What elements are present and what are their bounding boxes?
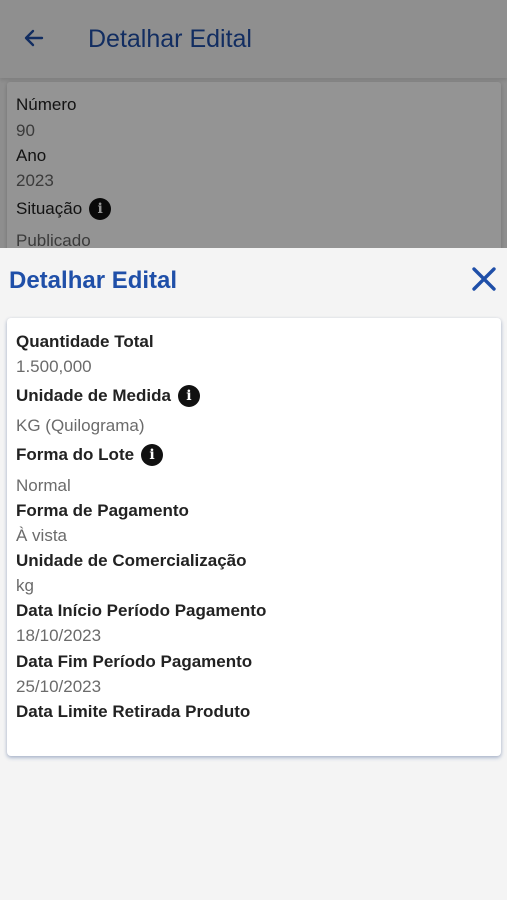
sheet-title: Detalhar Edital (9, 267, 178, 294)
info-icon[interactable]: i (177, 385, 200, 407)
data-fim-pagamento-label: Data Fim Período Pagamento (16, 652, 253, 671)
quantidade-total-value: 1.500,000 (16, 357, 92, 376)
detail-bottom-sheet: Detalhar Edital Quantidade Total 1.500,0… (0, 248, 507, 900)
unidade-medida-label: Unidade de Medida (16, 386, 171, 405)
unidade-medida-value: KG (Quilograma) (16, 416, 145, 435)
detail-card: Quantidade Total 1.500,000 Unidade de Me… (7, 318, 501, 756)
unidade-comercializacao-value: kg (16, 576, 34, 595)
modal-backdrop[interactable] (0, 0, 507, 248)
data-inicio-pagamento-label: Data Início Período Pagamento (16, 601, 267, 620)
data-inicio-pagamento-value: 18/10/2023 (16, 626, 102, 645)
info-icon[interactable]: i (141, 444, 164, 466)
close-icon (472, 267, 496, 291)
forma-pagamento-value: À vista (16, 526, 68, 545)
close-button[interactable] (468, 263, 500, 295)
data-fim-pagamento-value: 25/10/2023 (16, 677, 102, 696)
unidade-comercializacao-label: Unidade de Comercialização (16, 551, 247, 570)
forma-lote-value: Normal (16, 476, 71, 495)
unidade-medida-row: Unidade de Medida i (16, 385, 200, 407)
forma-lote-row: Forma do Lote i (16, 444, 164, 466)
quantidade-total-label: Quantidade Total (16, 332, 154, 351)
data-limite-retirada-label: Data Limite Retirada Produto (16, 702, 251, 721)
forma-lote-label: Forma do Lote (16, 445, 135, 464)
forma-pagamento-label: Forma de Pagamento (16, 501, 189, 520)
